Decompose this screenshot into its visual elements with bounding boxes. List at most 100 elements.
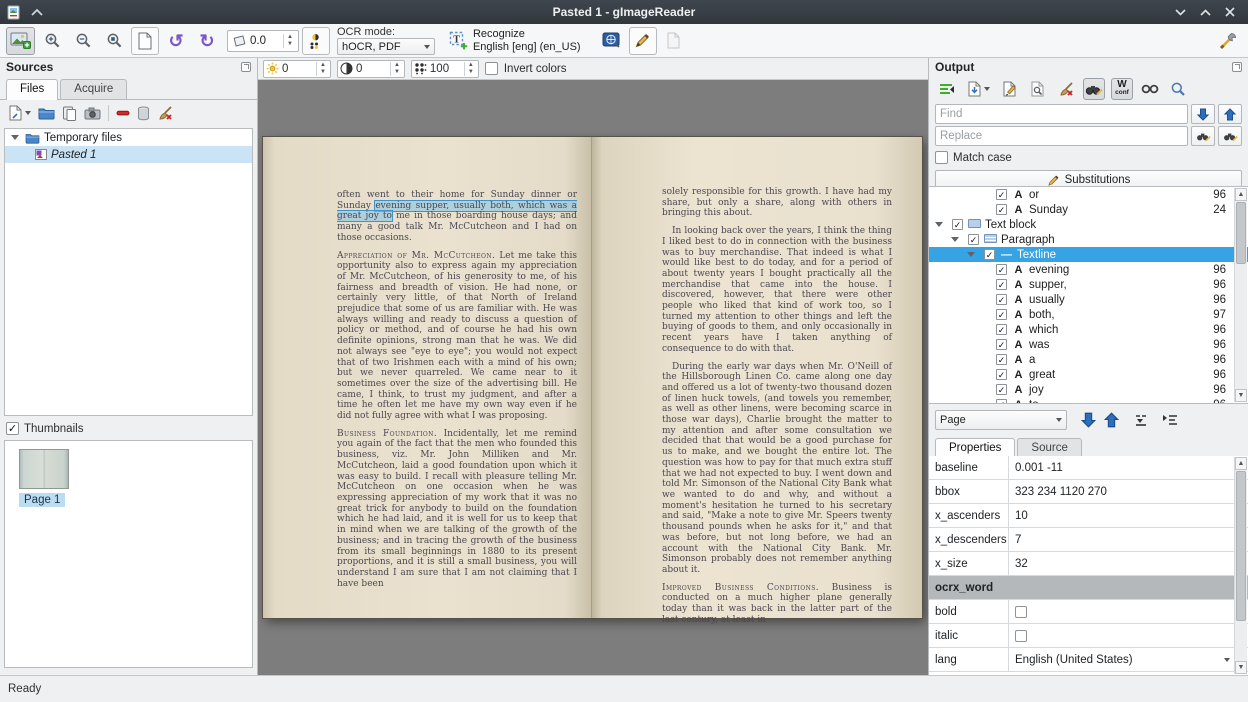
paste-button[interactable]: [62, 105, 77, 121]
item-checkbox[interactable]: ✓: [996, 264, 1007, 275]
hocr-tree-row[interactable]: ✓Paragraph: [929, 232, 1248, 247]
property-value[interactable]: 323 234 1120 270: [1009, 480, 1234, 503]
item-checkbox[interactable]: ✓: [996, 324, 1007, 335]
match-case-checkbox[interactable]: [935, 151, 948, 164]
replace-button[interactable]: [1191, 126, 1215, 146]
expand-all-button[interactable]: [1135, 414, 1153, 427]
navigate-prev-button[interactable]: [1104, 412, 1119, 428]
detach-icon[interactable]: [1232, 62, 1242, 72]
item-checkbox[interactable]: ✓: [996, 204, 1007, 215]
navigate-next-button[interactable]: [1081, 412, 1096, 428]
expander-icon[interactable]: [951, 237, 959, 242]
property-value[interactable]: 32: [1009, 552, 1234, 575]
hocr-tree-row[interactable]: ✓Aor96: [929, 187, 1248, 202]
detach-icon[interactable]: [241, 62, 251, 72]
hocr-tree-row[interactable]: ✓Ato96: [929, 397, 1248, 404]
settings-button[interactable]: [1214, 27, 1242, 55]
tab-acquire[interactable]: Acquire: [60, 79, 127, 99]
item-checkbox[interactable]: ✓: [996, 339, 1007, 350]
zoom-out-button[interactable]: [69, 27, 97, 55]
replace-input[interactable]: [935, 126, 1188, 146]
item-checkbox[interactable]: ✓: [996, 279, 1007, 290]
hocr-tree-row[interactable]: ✓ASunday24: [929, 202, 1248, 217]
ocr-mode-select[interactable]: hOCR, PDF: [337, 38, 435, 55]
hocr-tree-row[interactable]: ✓Ajoy96: [929, 382, 1248, 397]
minimize-button[interactable]: [1172, 4, 1188, 20]
open-folder-button[interactable]: [38, 106, 55, 120]
zoom-in-button[interactable]: [38, 27, 66, 55]
clear-output-button[interactable]: [1055, 78, 1077, 100]
selected-textline-highlight[interactable]: evening supper, usually both, which was …: [337, 201, 577, 222]
insert-mode-button[interactable]: [935, 78, 957, 100]
tree-file-row[interactable]: Pasted 1: [5, 146, 252, 163]
tree-folder-row[interactable]: Temporary files: [5, 129, 252, 146]
remove-source-button[interactable]: [116, 106, 130, 120]
property-value[interactable]: 0.001 -11: [1009, 456, 1234, 479]
hocr-tree-row[interactable]: ✓Aa96: [929, 352, 1248, 367]
item-checkbox[interactable]: ✓: [952, 219, 963, 230]
property-value[interactable]: 7: [1009, 528, 1234, 551]
item-checkbox[interactable]: ✓: [996, 399, 1007, 404]
language-button[interactable]: [598, 27, 626, 55]
word-confidence-toggle-button[interactable]: W conf: [1111, 78, 1133, 100]
page-thumbnail[interactable]: [19, 449, 69, 489]
hocr-tree-row[interactable]: ✓Aevening96: [929, 262, 1248, 277]
item-checkbox[interactable]: ✓: [996, 384, 1007, 395]
hocr-tree-row[interactable]: ✓—Textline: [929, 247, 1248, 262]
rotate-right-button[interactable]: ↻: [193, 27, 221, 55]
export-button[interactable]: [660, 27, 688, 55]
thumbnail-label[interactable]: Page 1: [19, 493, 65, 507]
join-words-button[interactable]: [1139, 78, 1161, 100]
zoom-fit-button[interactable]: [131, 27, 159, 55]
item-checkbox[interactable]: ✓: [996, 294, 1007, 305]
item-checkbox[interactable]: ✓: [996, 309, 1007, 320]
brightness-spinbox[interactable]: 0 ▲▼: [263, 60, 331, 78]
tree-scrollbar[interactable]: ▲ ▼: [1234, 188, 1247, 402]
tab-files[interactable]: Files: [6, 79, 58, 100]
tab-source[interactable]: Source: [1017, 438, 1081, 458]
add-images-button[interactable]: [6, 27, 35, 55]
image-controls-toggle-button[interactable]: [302, 27, 330, 55]
bold-checkbox[interactable]: [1015, 606, 1027, 618]
brightness-spinner[interactable]: ▲▼: [316, 62, 329, 76]
hocr-tree-row[interactable]: ✓Asupper,96: [929, 277, 1248, 292]
delete-source-button[interactable]: [137, 106, 150, 121]
navigate-target-button[interactable]: [1167, 78, 1189, 100]
invert-colors-checkbox[interactable]: [485, 62, 498, 75]
item-checkbox[interactable]: ✓: [968, 234, 979, 245]
hocr-tree-row[interactable]: ✓Aboth,97: [929, 307, 1248, 322]
screenshot-button[interactable]: [84, 107, 101, 120]
item-checkbox[interactable]: ✓: [996, 354, 1007, 365]
edit-output-toggle-button[interactable]: [629, 27, 657, 55]
expander-icon[interactable]: [935, 222, 943, 227]
collapse-all-button[interactable]: [1161, 414, 1179, 427]
replace-all-button[interactable]: [1218, 126, 1242, 146]
find-next-button[interactable]: [1191, 104, 1215, 124]
recognize-button[interactable]: T Recognize English [eng] (en_US): [442, 27, 587, 54]
level-select[interactable]: Page: [935, 410, 1067, 430]
expander-icon[interactable]: [11, 135, 19, 140]
italic-checkbox[interactable]: [1015, 630, 1027, 642]
rotation-spinbox[interactable]: 0.0 ▲▼: [227, 30, 299, 52]
export-output-button[interactable]: [999, 78, 1021, 100]
resolution-spinbox[interactable]: 100 ▲▼: [411, 60, 479, 78]
hocr-tree-row[interactable]: ✓Text block: [929, 217, 1248, 232]
expander-icon[interactable]: [967, 252, 975, 257]
rotation-spinner[interactable]: ▲▼: [283, 34, 296, 48]
contrast-spinbox[interactable]: 0 ▲▼: [337, 60, 405, 78]
rotate-left-button[interactable]: ↺: [162, 27, 190, 55]
maximize-button[interactable]: [1197, 4, 1213, 20]
property-value[interactable]: 10: [1009, 504, 1234, 527]
contrast-spinner[interactable]: ▲▼: [390, 62, 403, 76]
clear-sources-button[interactable]: [157, 106, 173, 121]
image-canvas[interactable]: often went to their home for Sunday dinn…: [258, 80, 928, 675]
find-input[interactable]: [935, 104, 1188, 124]
close-button[interactable]: [1222, 4, 1238, 20]
item-checkbox[interactable]: ✓: [984, 249, 995, 260]
item-checkbox[interactable]: ✓: [996, 189, 1007, 200]
lang-select[interactable]: English (United States): [1009, 648, 1234, 671]
resolution-spinner[interactable]: ▲▼: [464, 62, 477, 76]
properties-scrollbar[interactable]: ▲ ▼: [1234, 457, 1247, 674]
add-file-button[interactable]: [8, 105, 31, 121]
shade-icon[interactable]: [31, 8, 43, 16]
